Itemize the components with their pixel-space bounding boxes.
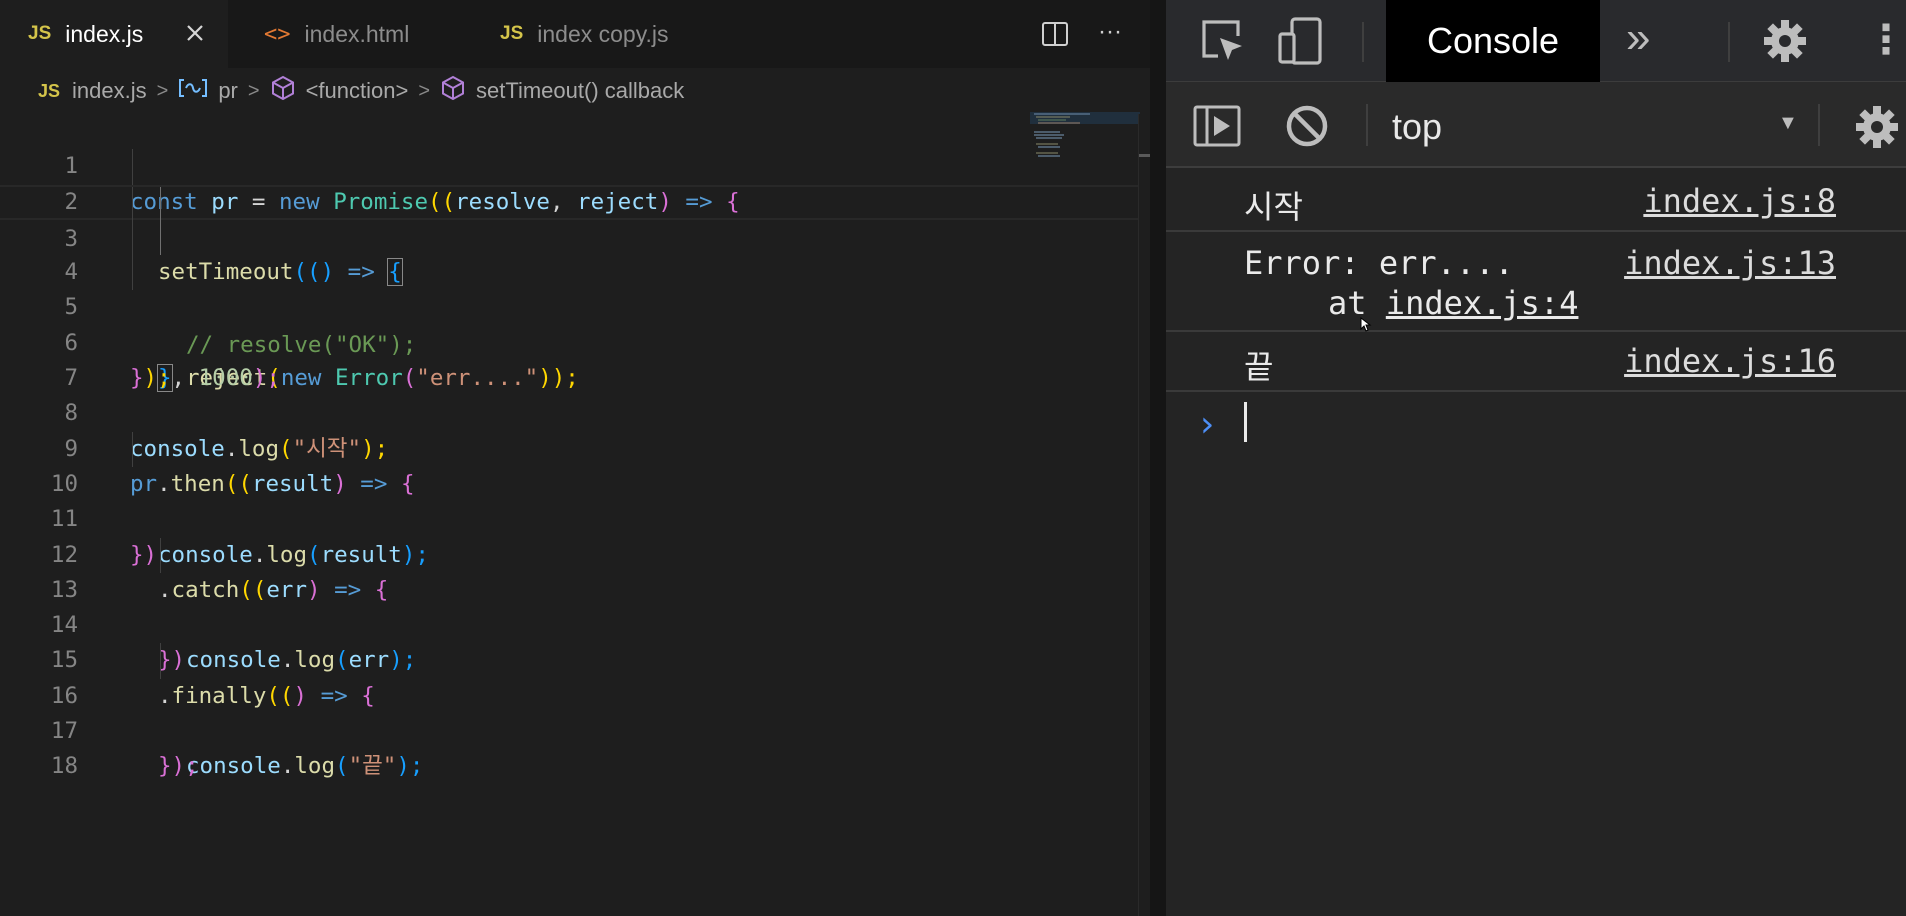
code-line[interactable]: 16 console.log("끝"); — [0, 643, 1150, 779]
code-text: console.log("끝"); — [186, 753, 424, 780]
variable-icon — [178, 77, 208, 105]
code-editor[interactable]: JS index.js <> index.html JS index copy.… — [0, 0, 1150, 916]
code-line[interactable]: 18 — [0, 714, 1150, 779]
js-file-icon: JS — [500, 23, 524, 44]
indent-guide — [132, 149, 133, 185]
code-line[interactable]: 15 .finally(() => { — [0, 608, 1150, 708]
code-line[interactable]: 11 }) — [0, 467, 1150, 567]
indent-guide — [132, 255, 133, 291]
clear-console-icon[interactable] — [1284, 103, 1330, 154]
tab-index-js[interactable]: JS index.js — [0, 0, 228, 68]
code-line[interactable]: 1 const pr = new Promise((resolve, rejec… — [0, 114, 1150, 214]
console-error-message: Error: err.... index.js:13 at index.js:4 — [1166, 232, 1906, 332]
editor-tab-bar: JS index.js <> index.html JS index copy.… — [0, 0, 1150, 68]
console-message-text: 끝 — [1244, 348, 1274, 386]
indent-guide — [132, 431, 133, 467]
console-message: 끝 index.js:16 — [1166, 332, 1906, 392]
mouse-cursor-icon — [1360, 316, 1372, 338]
code-line[interactable]: 9 pr.then((result) => { — [0, 396, 1150, 497]
chevron-down-icon[interactable]: ▼ — [1778, 112, 1798, 135]
show-sidebar-icon[interactable] — [1192, 104, 1242, 153]
toolbar-separator — [1728, 22, 1730, 62]
code-line[interactable]: 17 }); — [0, 679, 1150, 779]
code-text: }); — [158, 753, 199, 780]
indent-guide — [160, 186, 161, 222]
console-source-link[interactable]: index.js:16 — [1624, 342, 1836, 380]
scrollbar-thumb[interactable] — [1139, 154, 1150, 157]
tab-label: index.js — [65, 20, 144, 47]
code-line[interactable]: 12 .catch((err) => { — [0, 502, 1150, 603]
js-file-icon: JS — [38, 80, 61, 101]
kebab-menu-icon[interactable]: ⋮ — [1866, 12, 1906, 68]
toolbar-separator — [1362, 22, 1364, 62]
split-editor-icon[interactable] — [1038, 17, 1072, 51]
indent-guide — [132, 186, 133, 222]
code-line[interactable]: 6 }); — [0, 290, 1150, 391]
pane-divider[interactable] — [1150, 0, 1166, 916]
indent-guide — [160, 643, 161, 679]
breadcrumb-item-file[interactable]: index.js — [72, 78, 147, 104]
code-line[interactable]: 13 console.log(err); — [0, 537, 1150, 673]
function-cube-icon — [270, 75, 296, 107]
breadcrumb: JS index.js > pr > <function> > setTimeo… — [0, 68, 1150, 114]
tab-console[interactable]: Console — [1386, 0, 1600, 82]
code-line[interactable]: 14 }) — [0, 573, 1150, 673]
stack-trace-link[interactable]: index.js:4 — [1386, 284, 1579, 322]
close-tab-icon[interactable] — [180, 18, 210, 48]
js-file-icon: JS — [28, 23, 52, 44]
console-filter-bar: top ▼ — [1166, 82, 1906, 168]
code-line[interactable]: 2 setTimeout(() => { — [0, 149, 1150, 287]
indent-guide — [160, 219, 161, 256]
code-line[interactable]: 8 console.log("시작"); — [0, 361, 1150, 461]
function-cube-icon — [440, 75, 466, 107]
more-actions-icon[interactable]: ··· — [1098, 17, 1132, 51]
code-line[interactable]: 10 console.log(result); — [0, 431, 1150, 568]
tab-index-html[interactable]: <> index.html — [228, 0, 464, 68]
chevron-right-icon: > — [156, 79, 169, 102]
console-input-caret[interactable] — [1244, 402, 1247, 442]
code-line[interactable]: 4 reject(new Error("err....")); — [0, 219, 1150, 391]
gear-icon[interactable] — [1762, 18, 1808, 69]
toolbar-separator — [1818, 104, 1820, 146]
context-selector[interactable]: top — [1392, 106, 1442, 148]
minimap[interactable] — [1030, 112, 1150, 172]
console-message-text: Error: err.... — [1244, 244, 1514, 282]
devtools-panel: Console » ⋮ top ▼ 시작 index.js:8 Error: e… — [1166, 0, 1906, 916]
line-number: 18 — [50, 753, 78, 780]
code-line[interactable]: 7 — [0, 326, 1150, 391]
device-toolbar-icon[interactable] — [1278, 16, 1328, 71]
more-tabs-icon[interactable]: » — [1626, 12, 1650, 64]
tab-index-copy-js[interactable]: JS index copy.js — [464, 0, 734, 68]
devtools-toolbar: Console » ⋮ — [1166, 0, 1906, 82]
indent-guide — [132, 219, 133, 256]
breadcrumb-item-function[interactable]: <function> — [306, 78, 409, 104]
code-area[interactable]: 1 const pr = new Promise((resolve, rejec… — [0, 114, 1150, 779]
console-message: 시작 index.js:8 — [1166, 170, 1906, 232]
vertical-scrollbar[interactable] — [1138, 114, 1150, 916]
tab-label: index copy.js — [537, 20, 669, 47]
html-file-icon: <> — [264, 21, 291, 47]
console-source-link[interactable]: index.js:8 — [1643, 182, 1836, 220]
breadcrumb-item-variable[interactable]: pr — [218, 78, 238, 104]
tab-label: index.html — [304, 20, 410, 47]
inspect-element-icon[interactable] — [1200, 18, 1246, 69]
code-line-current[interactable]: 3 // resolve("OK"); — [0, 184, 1150, 358]
chevron-right-icon: > — [418, 79, 430, 102]
gear-icon[interactable] — [1854, 104, 1900, 155]
toolbar-separator — [1366, 104, 1368, 146]
breadcrumb-item-callback[interactable]: setTimeout() callback — [476, 78, 684, 104]
console-message-text: 시작 — [1244, 188, 1303, 226]
indent-guide — [160, 537, 161, 573]
console-prompt-icon: › — [1196, 404, 1218, 445]
code-line[interactable]: 5 }, 1000); — [0, 255, 1150, 393]
chevron-right-icon: > — [247, 79, 260, 102]
console-source-link[interactable]: index.js:13 — [1624, 244, 1836, 282]
